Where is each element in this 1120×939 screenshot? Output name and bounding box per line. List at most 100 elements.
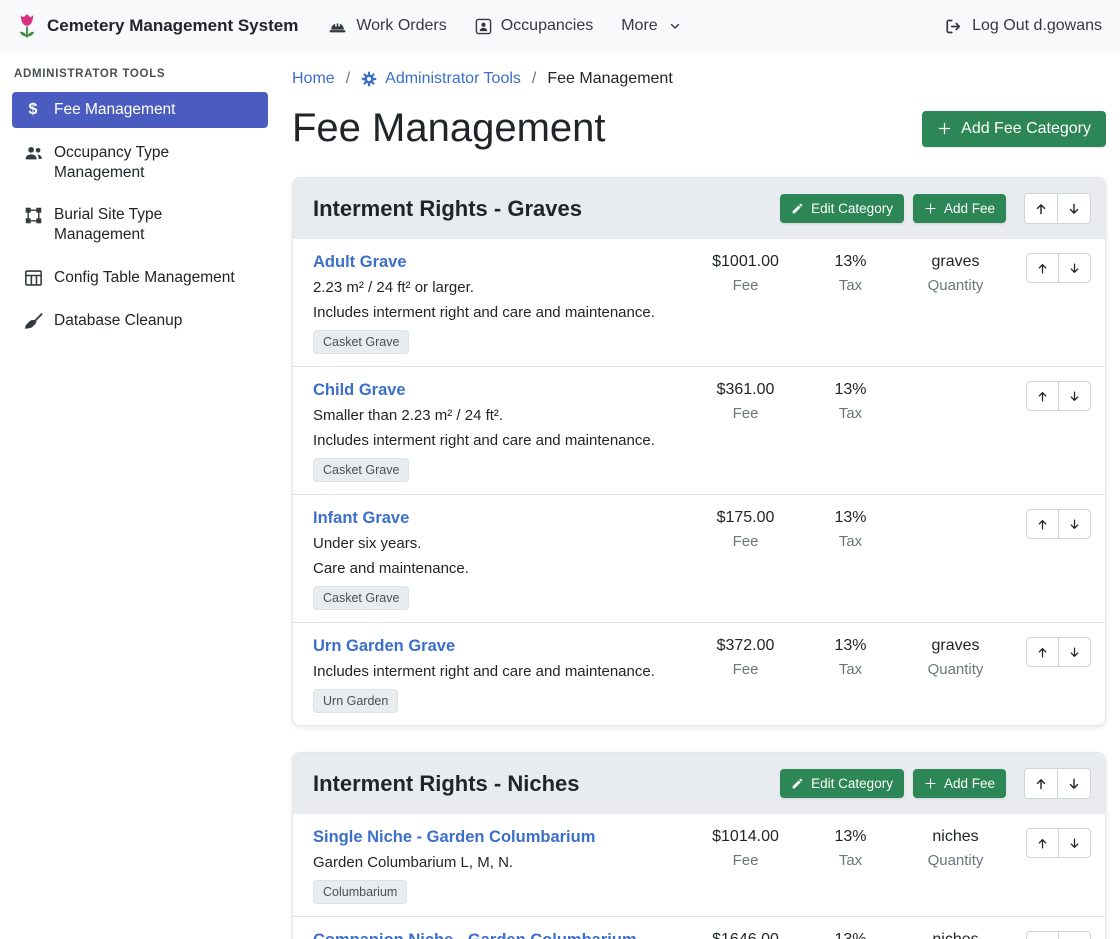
move-category-up-button[interactable]	[1024, 768, 1058, 799]
fee-descriptions: Garden Columbarium L, M, N.	[313, 854, 680, 871]
move-category-up-button[interactable]	[1024, 193, 1058, 224]
users-icon	[23, 145, 43, 161]
fee-category-card: Interment Rights - Niches Edit Category …	[292, 752, 1106, 939]
sidebar-item-fee-management[interactable]: $ Fee Management	[12, 92, 268, 128]
move-fee-down-button[interactable]	[1058, 637, 1091, 667]
fee-tax: 13%	[803, 637, 898, 655]
nav-occupancies[interactable]: Occupancies	[461, 9, 608, 43]
fee-descriptions: Includes interment right and care and ma…	[313, 663, 680, 680]
arrow-up-icon	[1036, 646, 1049, 659]
fee-tax-caption: Tax	[803, 277, 898, 294]
move-fee-up-button[interactable]	[1026, 509, 1059, 539]
breadcrumb-home-link[interactable]: Home	[292, 70, 335, 88]
nav-more[interactable]: More	[607, 9, 694, 43]
arrow-up-icon	[1034, 777, 1048, 791]
fee-tag: Columbarium	[313, 880, 407, 904]
category-title: Interment Rights - Graves	[313, 196, 780, 222]
category-reorder-group	[1024, 193, 1091, 224]
title-row: Fee Management Add Fee Category	[292, 106, 1106, 151]
edit-category-button[interactable]: Edit Category	[780, 769, 904, 798]
move-fee-up-button[interactable]	[1026, 381, 1059, 411]
fee-tax-col: 13% Tax	[803, 381, 898, 422]
fee-name-link[interactable]: Single Niche - Garden Columbarium	[313, 828, 595, 847]
brand-link[interactable]: Cemetery Management System	[16, 13, 298, 39]
fee-row: Adult Grave 2.23 m² / 24 ft² or larger. I…	[293, 239, 1105, 366]
fee-row: Single Niche - Garden Columbarium Garden…	[293, 814, 1105, 916]
plus-icon	[937, 121, 952, 136]
move-fee-down-button[interactable]	[1058, 509, 1091, 539]
fee-tag: Urn Garden	[313, 689, 398, 713]
category-header: Interment Rights - Niches Edit Category …	[293, 753, 1105, 814]
sidebar-item-database-cleanup[interactable]: Database Cleanup	[12, 303, 268, 339]
move-fee-up-button[interactable]	[1026, 253, 1059, 283]
fee-quantity-caption: Quantity	[898, 277, 1013, 294]
sidebar-item-label: Database Cleanup	[54, 311, 182, 331]
move-fee-up-button[interactable]	[1026, 828, 1059, 858]
fee-name-link[interactable]: Infant Grave	[313, 509, 409, 528]
fee-tax-col: 13% Tax	[803, 253, 898, 294]
fee-tax-caption: Tax	[803, 533, 898, 550]
fee-amount: $1646.00	[688, 931, 803, 939]
fee-description: Under six years.	[313, 535, 680, 552]
fee-row: Companion Niche - Garden Columbarium Gar…	[293, 916, 1105, 939]
move-fee-down-button[interactable]	[1058, 381, 1091, 411]
move-fee-up-button[interactable]	[1026, 637, 1059, 667]
move-fee-down-button[interactable]	[1058, 931, 1091, 939]
arrow-up-icon	[1034, 202, 1048, 216]
edit-category-button[interactable]: Edit Category	[780, 194, 904, 223]
sidebar-item-label: Occupancy Type Management	[54, 143, 257, 183]
move-category-down-button[interactable]	[1057, 768, 1091, 799]
fee-name-link[interactable]: Adult Grave	[313, 253, 407, 272]
fee-tax-col: 13% Tax	[803, 931, 898, 939]
add-fee-category-button[interactable]: Add Fee Category	[922, 111, 1106, 147]
logout-link[interactable]: Log Out d.gowans	[943, 9, 1104, 43]
page-layout: Administrator Tools $ Fee Management Occ…	[0, 52, 1120, 939]
add-fee-button[interactable]: Add Fee	[913, 194, 1006, 223]
fee-name-link[interactable]: Child Grave	[313, 381, 406, 400]
fee-amount: $1014.00	[688, 828, 803, 846]
arrow-down-icon	[1068, 262, 1081, 275]
fee-amount-col: $1014.00 Fee	[688, 828, 803, 869]
logout-icon	[945, 18, 963, 35]
sidebar-item-occupancy-type-management[interactable]: Occupancy Type Management	[12, 135, 268, 191]
fee-amount-caption: Fee	[688, 277, 803, 294]
fee-descriptions: Smaller than 2.23 m² / 24 ft².Includes i…	[313, 407, 680, 449]
fee-description: 2.23 m² / 24 ft² or larger.	[313, 279, 680, 296]
plus-icon	[924, 202, 937, 215]
fee-quantity-col	[898, 509, 1013, 515]
add-fee-label: Add Fee	[944, 201, 995, 216]
fee-description: Includes interment right and care and ma…	[313, 304, 680, 321]
fee-name-link[interactable]: Urn Garden Grave	[313, 637, 455, 656]
tulip-logo-icon	[16, 13, 38, 39]
logout-label: Log Out d.gowans	[972, 17, 1102, 35]
breadcrumb: Home / Administrator Tools / Fee Managem…	[292, 62, 1106, 90]
brand-title: Cemetery Management System	[47, 16, 298, 36]
page-title: Fee Management	[292, 106, 606, 151]
fee-amount: $175.00	[688, 509, 803, 527]
fee-description: Includes interment right and care and ma…	[313, 663, 680, 680]
fee-description: Care and maintenance.	[313, 560, 680, 577]
fee-quantity-col: niches Quantity	[898, 828, 1013, 869]
fee-tag: Casket Grave	[313, 458, 409, 482]
move-fee-up-button[interactable]	[1026, 931, 1059, 939]
fee-tag: Casket Grave	[313, 330, 409, 354]
top-navbar: Cemetery Management System Work Orders O…	[0, 0, 1120, 52]
nav-work-orders[interactable]: Work Orders	[314, 9, 460, 43]
sidebar-item-config-table-management[interactable]: Config Table Management	[12, 260, 268, 296]
fee-amount-caption: Fee	[688, 533, 803, 550]
move-fee-down-button[interactable]	[1058, 253, 1091, 283]
hard-hat-icon	[328, 18, 347, 35]
sidebar-item-burial-site-type-management[interactable]: Burial Site Type Management	[12, 197, 268, 253]
move-fee-down-button[interactable]	[1058, 828, 1091, 858]
fee-amount: $1001.00	[688, 253, 803, 271]
add-fee-button[interactable]: Add Fee	[913, 769, 1006, 798]
fee-amount-caption: Fee	[688, 661, 803, 678]
fee-tag: Casket Grave	[313, 586, 409, 610]
move-category-down-button[interactable]	[1057, 193, 1091, 224]
fee-descriptions: Under six years. Care and maintenance.	[313, 535, 680, 577]
fee-main: Companion Niche - Garden Columbarium Gar…	[313, 931, 688, 939]
fee-name-link[interactable]: Companion Niche - Garden Columbarium	[313, 931, 637, 939]
breadcrumb-admin-tools-link[interactable]: Administrator Tools	[361, 70, 521, 88]
arrow-down-icon	[1068, 390, 1081, 403]
fee-main: Adult Grave 2.23 m² / 24 ft² or larger. I…	[313, 253, 688, 354]
